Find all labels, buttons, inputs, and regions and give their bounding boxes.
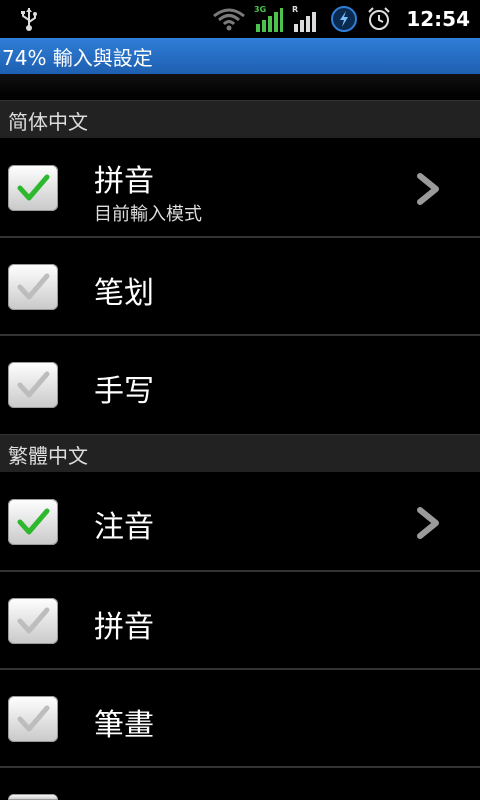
checkbox-handwriting[interactable] [8,362,58,408]
section-label: 简体中文 [8,109,88,134]
checkmark-icon [17,508,50,535]
checkbox-zhuyin[interactable] [8,499,58,545]
list-item-handwriting[interactable]: 手写 [0,336,480,434]
svg-text:3G: 3G [254,5,266,14]
roaming-signal-icon: R [292,5,317,32]
checkmark-icon [17,705,50,732]
checkmark-icon [17,174,50,201]
svg-text:R: R [292,5,298,14]
section-simplified: 简体中文 [0,100,480,139]
section-traditional: 繁體中文 [0,434,480,473]
list-item-zhuyin[interactable]: 注音 [0,472,480,570]
row-title: 筆畫 [94,708,154,743]
row-title: 注音 [94,510,154,545]
sync-icon [331,6,358,32]
checkbox-stroke[interactable] [8,264,58,310]
row-title: 手写 [94,374,154,409]
row-subtitle: 目前輸入模式 [94,204,202,225]
checkbox-pinyin-traditional[interactable] [8,598,58,644]
chevron-right-icon[interactable] [414,172,442,206]
checkbox-partial[interactable] [8,794,58,800]
usb-icon [21,8,37,31]
list-item-partial[interactable] [0,768,480,800]
checkmark-icon [17,371,50,398]
list-item-pinyin-traditional[interactable]: 拼音 [0,572,480,670]
page-title: 74% 輸入與設定 [2,45,153,70]
checkmark-icon [17,273,50,300]
row-title: 笔划 [94,276,154,311]
list-item-stroke-traditional[interactable]: 筆畫 [0,670,480,768]
list-item-stroke[interactable]: 笔划 [0,238,480,336]
status-time: 12:54 [406,7,470,31]
3g-signal-icon: 3G [254,5,284,32]
checkbox-pinyin[interactable] [8,165,58,211]
title-bar: 74% 輸入與設定 [0,38,480,74]
status-bar: 3G R 12:54 [0,0,480,38]
row-title: 拼音 [94,610,154,645]
title-shadow [0,74,480,98]
checkmark-icon [17,607,50,634]
chevron-right-icon[interactable] [414,506,442,540]
checkbox-stroke-traditional[interactable] [8,696,58,742]
alarm-icon [368,7,391,30]
section-label: 繁體中文 [8,443,88,468]
row-title: 拼音 [94,164,154,199]
wifi-icon [213,8,246,31]
list-item-pinyin[interactable]: 拼音 目前輸入模式 [0,138,480,236]
